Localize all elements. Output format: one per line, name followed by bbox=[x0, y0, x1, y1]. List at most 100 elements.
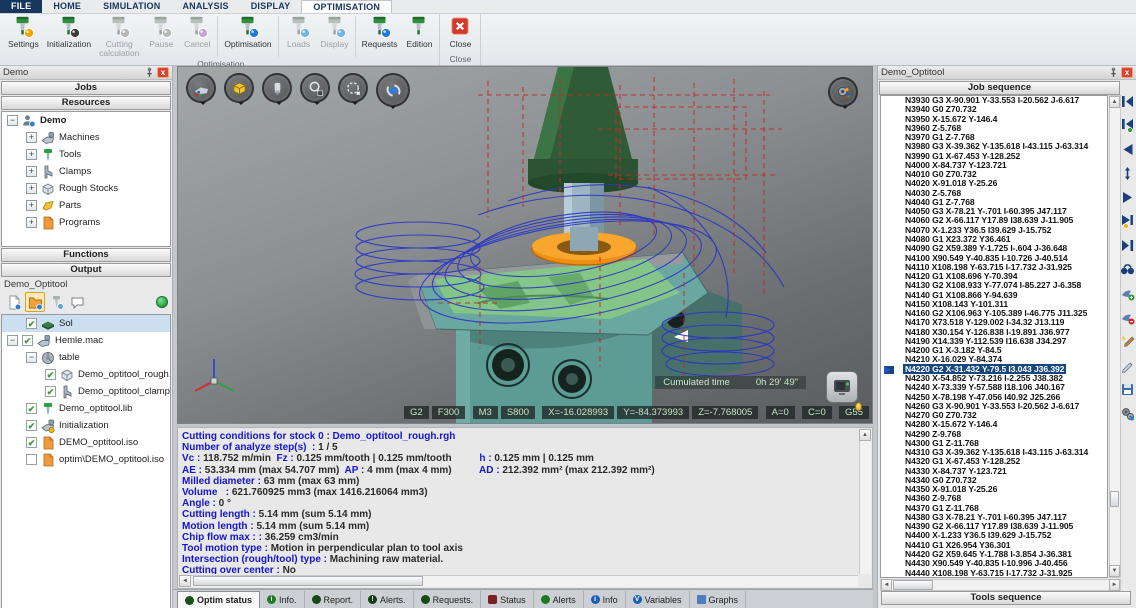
resources-bar[interactable]: Resources bbox=[1, 96, 171, 110]
checkbox-checked[interactable]: ✔ bbox=[26, 420, 37, 431]
expand-icon[interactable]: + bbox=[26, 200, 37, 211]
output-bar[interactable]: Output bbox=[1, 263, 171, 277]
tool-stop-button[interactable] bbox=[1120, 310, 1135, 325]
job-sequence-list[interactable]: N3930 G3 X-90.901 Y-33.553 I-20.562 J-6.… bbox=[880, 95, 1108, 578]
ribbon-tab-simulation[interactable]: SIMULATION bbox=[92, 0, 171, 13]
tree-item-demo-optitool-clamp-clp[interactable]: ✔Demo_optitool_clamp.clp bbox=[2, 383, 170, 400]
pin-icon[interactable] bbox=[1108, 67, 1119, 78]
optimisation-button[interactable]: Optimisation bbox=[220, 14, 275, 59]
tree-item-rough-stocks[interactable]: +Rough Stocks bbox=[2, 180, 170, 197]
scroll-up-icon[interactable]: ▲ bbox=[1109, 96, 1120, 108]
tool-display-tool-button[interactable] bbox=[46, 292, 66, 312]
tab-status[interactable]: Status bbox=[481, 591, 534, 608]
collapse-icon[interactable]: − bbox=[7, 335, 18, 346]
binoculars-button[interactable] bbox=[1120, 262, 1135, 277]
tool-add-button[interactable] bbox=[1120, 286, 1135, 301]
ribbon-tab-display[interactable]: DISPLAY bbox=[240, 0, 302, 13]
close-icon[interactable]: x bbox=[157, 67, 169, 78]
play-backward-button[interactable] bbox=[1120, 142, 1135, 157]
checkbox-checked[interactable]: ✔ bbox=[26, 437, 37, 448]
tab-alerts[interactable]: Alerts bbox=[534, 591, 584, 608]
hscroll-thumb[interactable] bbox=[893, 580, 933, 590]
expand-vertical-button[interactable] bbox=[1120, 166, 1135, 181]
tools-sequence-header[interactable]: Tools sequence bbox=[881, 591, 1131, 605]
functions-bar[interactable]: Functions bbox=[1, 248, 171, 262]
optim-vscrollbar[interactable]: ▲ bbox=[859, 429, 871, 574]
expand-icon[interactable]: + bbox=[26, 132, 37, 143]
checkbox-checked[interactable]: ✔ bbox=[26, 403, 37, 414]
stock-display-button[interactable] bbox=[224, 73, 254, 103]
3d-viewport[interactable]: Cumulated time 0h 29' 49" G2F300M3S800X=… bbox=[177, 66, 873, 424]
tab-report[interactable]: Report. bbox=[305, 591, 362, 608]
edit-pencil-button[interactable] bbox=[1120, 358, 1135, 373]
pin-icon[interactable] bbox=[144, 67, 155, 78]
tree-item-optim-demo-optitool-iso[interactable]: optim\DEMO_optitool.iso bbox=[2, 451, 170, 468]
ribbon-tab-home[interactable]: HOME bbox=[42, 0, 92, 13]
selection-button[interactable] bbox=[338, 73, 368, 103]
tree-item-initialization[interactable]: ✔Initialization bbox=[2, 417, 170, 434]
collapse-icon[interactable]: − bbox=[26, 352, 37, 363]
tree-item-hemle-mac[interactable]: −✔Hemle.mac bbox=[2, 332, 170, 349]
scroll-up-icon[interactable]: ▲ bbox=[859, 429, 871, 441]
scroll-right-icon[interactable]: ► bbox=[1109, 579, 1120, 591]
machine-view-button[interactable] bbox=[186, 73, 216, 103]
tree-item-machines[interactable]: +Machines bbox=[2, 129, 170, 146]
options-gears-button[interactable] bbox=[1120, 406, 1135, 421]
jobseq-hscrollbar[interactable]: ◄ ► bbox=[880, 579, 1121, 591]
collapse-icon[interactable]: − bbox=[7, 115, 18, 126]
ribbon-tab-analysis[interactable]: ANALYSIS bbox=[171, 0, 239, 13]
tree-item-sol[interactable]: ✔Sol bbox=[2, 315, 170, 332]
tab-graphs[interactable]: Graphs bbox=[690, 591, 747, 608]
gcode-line[interactable]: N4440 X108.198 Y-63.715 I-17.732 J-31.92… bbox=[881, 569, 1107, 578]
settings-button[interactable]: Settings bbox=[4, 14, 43, 59]
zoom-button[interactable] bbox=[300, 73, 330, 103]
tree-item-demo-optitool-lib[interactable]: ✔Demo_optitool.lib bbox=[2, 400, 170, 417]
step-forward-marker-button[interactable] bbox=[1120, 214, 1135, 229]
expand-icon[interactable]: + bbox=[26, 166, 37, 177]
checkbox-unchecked[interactable] bbox=[26, 454, 37, 465]
hscroll-thumb[interactable] bbox=[193, 576, 423, 586]
scroll-left-icon[interactable]: ◄ bbox=[179, 575, 191, 587]
tab-alerts[interactable]: !Alerts. bbox=[361, 591, 414, 608]
tab-requests[interactable]: Requests. bbox=[414, 591, 482, 608]
tree-item-demo-optitool-iso[interactable]: ✔DEMO_optitool.iso bbox=[2, 434, 170, 451]
tree-item-demo-optitool-rough-rgh[interactable]: ✔Demo_optitool_rough.rgh bbox=[2, 366, 170, 383]
tab-info[interactable]: iInfo bbox=[584, 591, 626, 608]
initialization-button[interactable]: Initialization bbox=[43, 14, 95, 59]
tree-item-tools[interactable]: +Tools bbox=[2, 146, 170, 163]
checkbox-checked[interactable]: ✔ bbox=[22, 335, 33, 346]
vscroll-thumb[interactable] bbox=[1110, 491, 1119, 507]
checkbox-checked[interactable]: ✔ bbox=[45, 369, 56, 380]
go-first-marker-button[interactable] bbox=[1120, 118, 1135, 133]
expand-icon[interactable]: + bbox=[26, 149, 37, 160]
tree-item-demo[interactable]: −Demo bbox=[2, 112, 170, 129]
close-button[interactable]: Close bbox=[442, 14, 478, 54]
expand-icon[interactable]: + bbox=[26, 183, 37, 194]
machine-status-button[interactable] bbox=[826, 371, 858, 403]
optim-hscrollbar[interactable]: ◄ bbox=[179, 575, 858, 587]
checkbox-checked[interactable]: ✔ bbox=[26, 318, 37, 329]
edit-new-button[interactable] bbox=[1120, 334, 1135, 349]
go-last-button[interactable] bbox=[1120, 238, 1135, 253]
expand-icon[interactable]: + bbox=[26, 217, 37, 228]
edition-button[interactable]: Edition bbox=[401, 14, 437, 59]
tree-item-table[interactable]: −table bbox=[2, 349, 170, 366]
tool-display-button[interactable] bbox=[262, 73, 292, 103]
tree-item-parts[interactable]: +Parts bbox=[2, 197, 170, 214]
ribbon-tab-file[interactable]: FILE bbox=[0, 0, 42, 13]
scroll-left-icon[interactable]: ◄ bbox=[881, 579, 892, 591]
jobs-bar[interactable]: Jobs bbox=[1, 81, 171, 95]
tab-optim-status[interactable]: Optim status bbox=[177, 591, 260, 608]
comments-tool-button[interactable] bbox=[67, 292, 87, 312]
tree-item-programs[interactable]: +Programs bbox=[2, 214, 170, 231]
go-first-button[interactable] bbox=[1120, 94, 1135, 109]
requests-button[interactable]: Requests bbox=[358, 14, 402, 59]
tree-item-clamps[interactable]: +Clamps bbox=[2, 163, 170, 180]
document-tool-button[interactable] bbox=[4, 292, 24, 312]
view-options-button[interactable] bbox=[828, 77, 858, 107]
save-button[interactable] bbox=[1120, 382, 1135, 397]
folder-tool-button[interactable] bbox=[25, 292, 45, 312]
scroll-down-icon[interactable]: ▼ bbox=[1109, 565, 1120, 577]
job-sequence-header[interactable]: Job sequence bbox=[879, 81, 1120, 95]
checkbox-checked[interactable]: ✔ bbox=[45, 386, 56, 397]
